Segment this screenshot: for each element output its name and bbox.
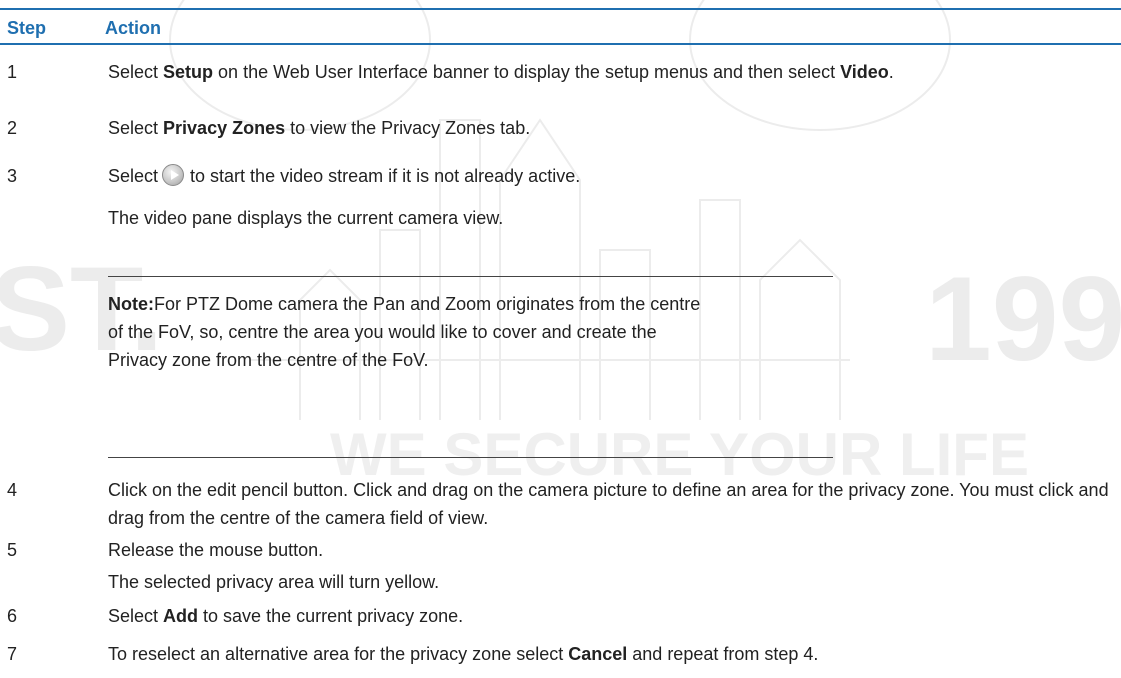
lower-rows — [0, 0, 1121, 673]
